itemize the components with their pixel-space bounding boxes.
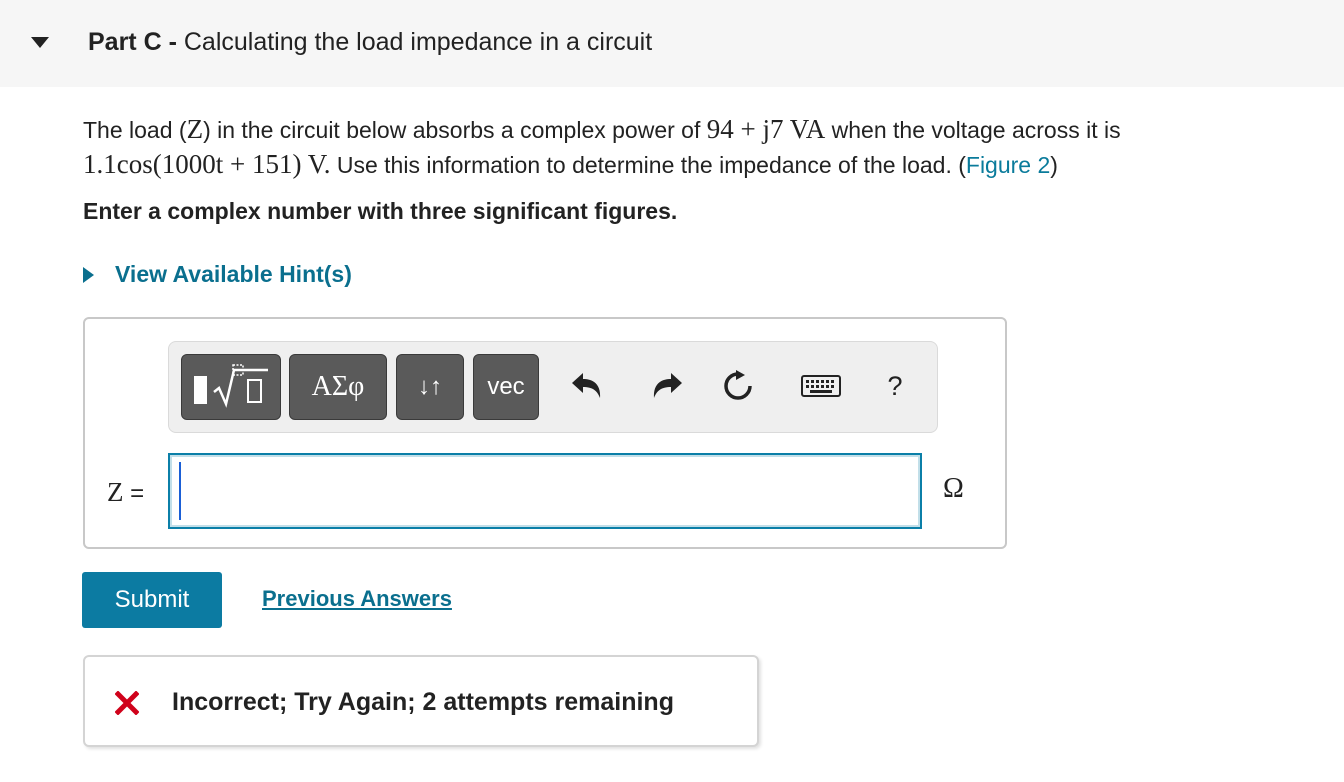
- hint-toggle[interactable]: View Available Hint(s): [83, 261, 352, 288]
- part-title-text: Calculating the load impedance in a circ…: [183, 28, 653, 56]
- feedback-message: Incorrect; Try Again; 2 attempts remaini…: [172, 688, 674, 716]
- templates-icon: [194, 364, 268, 408]
- instruction-text: Enter a complex number with three signif…: [83, 198, 678, 224]
- part-header: Part C - Calculating the load impedance …: [0, 0, 1344, 87]
- answer-equals: =: [123, 480, 145, 507]
- hint-expand-icon: [83, 266, 94, 283]
- part-title: Part C - Calculating the load impedance …: [88, 28, 652, 57]
- problem-statement: The load (Z) in the circuit below absorb…: [83, 112, 1303, 182]
- incorrect-x-icon: [115, 691, 139, 715]
- collapse-triangle-icon[interactable]: [31, 37, 49, 48]
- voltage-expression: 1.1cos(1000t + 151) V.: [83, 149, 331, 179]
- hint-label: View Available Hint(s): [115, 261, 352, 287]
- help-icon[interactable]: ?: [875, 366, 915, 406]
- answer-label: Z =: [107, 477, 144, 508]
- previous-answers-link[interactable]: Previous Answers: [262, 586, 452, 612]
- problem-text-1: The load (: [83, 117, 187, 143]
- math-toolbar: ΑΣφ ↓↑ vec ?: [168, 341, 938, 433]
- problem-text-3: when the voltage across it is: [825, 117, 1121, 143]
- unit-label: Ω: [943, 473, 964, 504]
- greek-symbols-button[interactable]: ΑΣφ: [289, 354, 387, 420]
- text-caret: [179, 462, 181, 520]
- submit-button[interactable]: Submit: [82, 572, 222, 628]
- undo-icon[interactable]: [567, 366, 607, 406]
- power-expression: 94 + j7 VA: [706, 114, 826, 144]
- load-variable: Z: [186, 114, 204, 144]
- keyboard-icon[interactable]: [798, 366, 844, 406]
- answer-box: ΑΣφ ↓↑ vec ? Z = Ω: [83, 317, 1007, 549]
- answer-variable: Z: [107, 477, 124, 507]
- problem-text-2: ) in the circuit below absorbs a complex…: [203, 117, 707, 143]
- figure-link[interactable]: Figure 2: [966, 152, 1050, 178]
- feedback-box: Incorrect; Try Again; 2 attempts remaini…: [83, 655, 759, 747]
- arrows-button[interactable]: ↓↑: [396, 354, 464, 420]
- reset-icon[interactable]: [718, 366, 758, 406]
- part-label: Part C -: [88, 28, 177, 56]
- answer-input[interactable]: [168, 453, 922, 529]
- problem-text-5: ): [1050, 152, 1058, 178]
- problem-text-4: Use this information to determine the im…: [330, 152, 966, 178]
- templates-button[interactable]: [181, 354, 281, 420]
- vec-button[interactable]: vec: [473, 354, 539, 420]
- redo-icon[interactable]: [647, 366, 687, 406]
